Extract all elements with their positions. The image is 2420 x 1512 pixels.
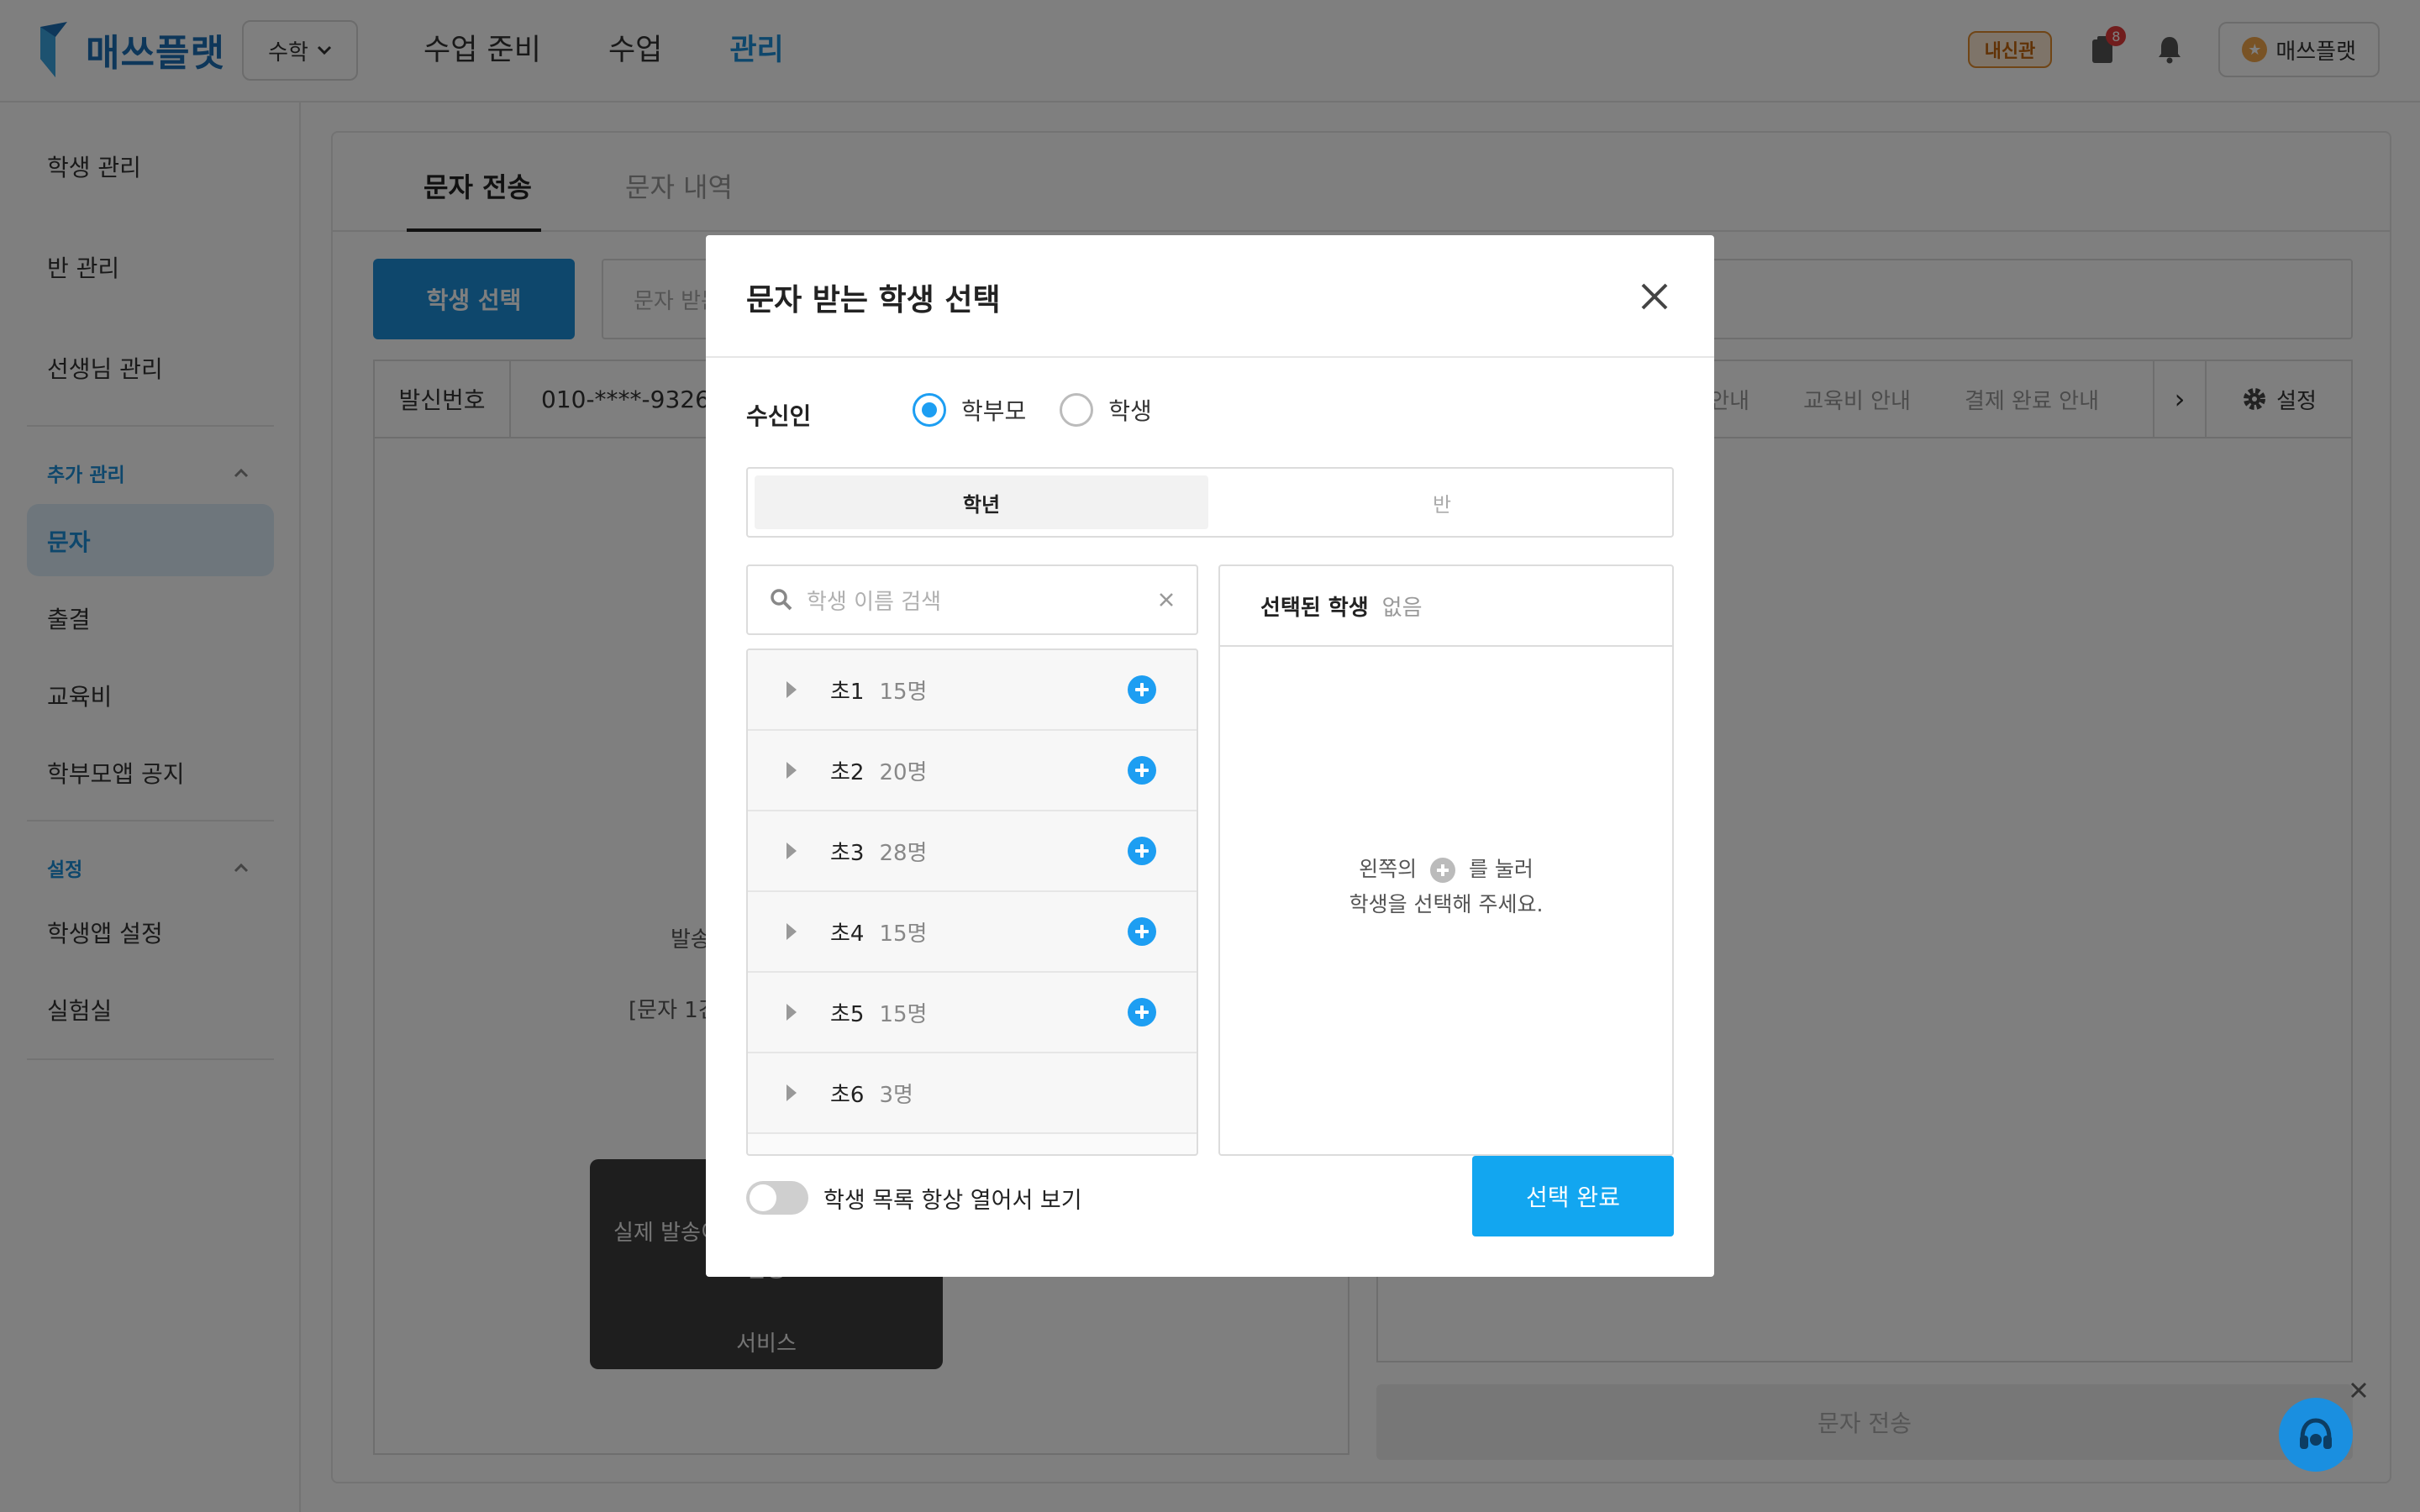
grade-row[interactable]: 초3 28명 <box>748 811 1197 892</box>
radio-parent-label: 학부모 <box>961 397 1027 425</box>
toggle-knob <box>750 1184 776 1211</box>
caret-right-icon[interactable] <box>786 1084 797 1101</box>
confirm-selection-button[interactable]: 선택 완료 <box>1472 1156 1674 1236</box>
empty-msg-prefix: 왼쪽의 <box>1359 857 1418 881</box>
grade-count: 28명 <box>879 840 928 866</box>
chat-support-button[interactable] <box>2279 1398 2353 1472</box>
segment-class[interactable]: 반 <box>1215 475 1669 529</box>
radio-student[interactable]: 학생 <box>1060 393 1152 427</box>
grade-row[interactable]: 초1 15명 <box>748 650 1197 731</box>
caret-right-icon[interactable] <box>786 762 797 779</box>
close-icon[interactable] <box>2346 1378 2371 1403</box>
always-open-toggle[interactable] <box>746 1181 808 1215</box>
radio-student-circle[interactable] <box>1060 393 1094 427</box>
grade-count: 15명 <box>879 1001 928 1027</box>
student-search-input[interactable]: 학생 이름 검색 <box>746 564 1198 635</box>
plus-icon <box>1430 858 1456 883</box>
grade-row[interactable]: 초6 3명 <box>748 1053 1197 1134</box>
close-icon[interactable] <box>1635 277 1674 316</box>
grade-name: 초6 <box>830 1082 865 1108</box>
recipient-label: 수신인 <box>746 402 812 430</box>
headset-icon <box>2300 1418 2332 1449</box>
grade-count: 20명 <box>879 759 928 785</box>
selected-title: 선택된 학생 <box>1260 595 1369 621</box>
empty-msg-suffix: 를 눌러 <box>1468 857 1534 881</box>
selected-header: 선택된 학생 없음 <box>1220 566 1672 647</box>
add-grade-plus-icon[interactable] <box>1128 675 1156 704</box>
selected-empty-label: 없음 <box>1381 595 1423 621</box>
empty-instruction: 왼쪽의 를 눌러 학생을 선택해 주세요. <box>1220 852 1672 922</box>
grade-row[interactable]: 초5 15명 <box>748 973 1197 1053</box>
caret-right-icon[interactable] <box>786 681 797 698</box>
student-select-modal: 문자 받는 학생 선택 수신인 학부모 학생 학년 반 학생 이름 검색 초1 … <box>706 235 1714 1277</box>
always-open-toggle-row: 학생 목록 항상 열어서 보기 <box>746 1181 1082 1215</box>
radio-parent[interactable]: 학부모 <box>913 393 1026 427</box>
grade-count: 3명 <box>879 1082 913 1108</box>
grade-count: 15명 <box>879 921 928 947</box>
grade-row[interactable]: 초4 15명 <box>748 892 1197 973</box>
grade-list: 초1 15명 초2 20명 초3 28명 초4 15명 초5 15명 초6 3명 <box>746 648 1198 1156</box>
grade-class-segment: 학년 반 <box>746 467 1674 538</box>
grade-count: 15명 <box>879 679 928 705</box>
segment-grade[interactable]: 학년 <box>755 475 1208 529</box>
selected-students-panel: 선택된 학생 없음 왼쪽의 를 눌러 학생을 선택해 주세요. <box>1218 564 1674 1156</box>
recipient-radio-group: 학부모 학생 <box>913 393 1186 427</box>
grade-name: 초4 <box>830 921 865 947</box>
add-grade-plus-icon[interactable] <box>1128 917 1156 946</box>
empty-msg-line2: 학생을 선택해 주세요. <box>1349 892 1544 916</box>
caret-right-icon[interactable] <box>786 843 797 859</box>
grade-name: 초1 <box>830 679 865 705</box>
app-root: 매쓰플랫 수학 수업 준비 수업 관리 내신관 8 ★ 매쓰플랫 <box>0 0 2420 1512</box>
modal-header: 문자 받는 학생 선택 <box>706 235 1714 358</box>
caret-right-icon[interactable] <box>786 1004 797 1021</box>
grade-name: 초2 <box>830 759 865 785</box>
grade-name: 초5 <box>830 1001 865 1027</box>
radio-parent-circle[interactable] <box>913 393 946 427</box>
modal-title: 문자 받는 학생 선택 <box>746 283 1001 318</box>
clear-icon[interactable] <box>1158 591 1175 608</box>
add-grade-plus-icon[interactable] <box>1128 756 1156 785</box>
add-grade-plus-icon[interactable] <box>1128 998 1156 1026</box>
radio-student-label: 학생 <box>1108 397 1152 425</box>
add-grade-plus-icon[interactable] <box>1128 837 1156 865</box>
search-placeholder: 학생 이름 검색 <box>807 589 942 615</box>
toggle-label: 학생 목록 항상 열어서 보기 <box>823 1187 1082 1214</box>
search-icon <box>771 589 792 611</box>
grade-row[interactable]: 초2 20명 <box>748 731 1197 811</box>
grade-name: 초3 <box>830 840 865 866</box>
caret-right-icon[interactable] <box>786 923 797 940</box>
